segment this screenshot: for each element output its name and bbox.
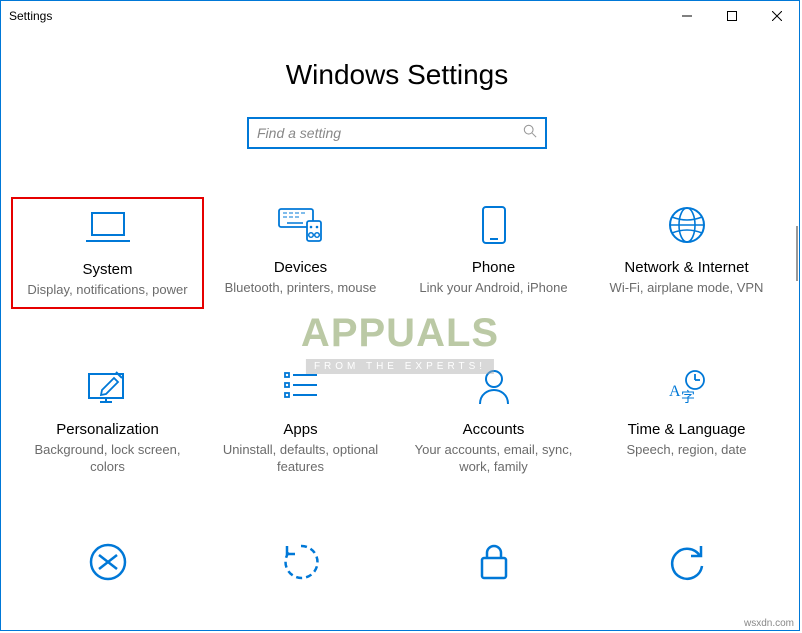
titlebar: Settings <box>1 1 799 31</box>
svg-text:字: 字 <box>681 390 695 406</box>
settings-grid: System Display, notifications, power <box>1 197 793 484</box>
scrollbar[interactable] <box>793 31 799 630</box>
tile-title: Phone <box>401 259 586 276</box>
footer-text: wsxdn.com <box>744 618 794 629</box>
tile-time-language[interactable]: A 字 Time & Language Speech, region, date <box>590 359 783 484</box>
tile-devices[interactable]: Devices Bluetooth, printers, mouse <box>204 197 397 309</box>
tile-title: Time & Language <box>594 421 779 438</box>
tile-title: Accounts <box>401 421 586 438</box>
tile-desc: Bluetooth, printers, mouse <box>208 280 393 297</box>
tile-title: System <box>17 261 198 278</box>
minimize-button[interactable] <box>664 1 709 31</box>
devices-icon <box>208 205 393 245</box>
maximize-button[interactable] <box>709 1 754 31</box>
window-title: Settings <box>9 9 52 23</box>
settings-window: Settings Windows Settings <box>0 0 800 631</box>
page-title: Windows Settings <box>1 59 793 91</box>
search-box[interactable] <box>247 117 547 149</box>
ease-of-access-icon <box>208 542 393 582</box>
tile-title: Devices <box>208 259 393 276</box>
tile-personalization[interactable]: Personalization Background, lock screen,… <box>11 359 204 484</box>
tile-gaming[interactable] <box>11 534 204 590</box>
time-language-icon: A 字 <box>594 367 779 407</box>
tile-title: Personalization <box>15 421 200 438</box>
tile-system[interactable]: System Display, notifications, power <box>11 197 204 309</box>
tile-title: Apps <box>208 421 393 438</box>
scrollbar-thumb[interactable] <box>796 226 798 281</box>
system-icon <box>17 207 198 247</box>
tile-title: Network & Internet <box>594 259 779 276</box>
tile-desc: Link your Android, iPhone <box>401 280 586 297</box>
tile-ease-of-access[interactable] <box>204 534 397 590</box>
tile-desc: Speech, region, date <box>594 442 779 459</box>
tile-desc: Display, notifications, power <box>17 282 198 299</box>
tile-desc: Uninstall, defaults, optional features <box>208 442 393 476</box>
tile-network[interactable]: Network & Internet Wi-Fi, airplane mode,… <box>590 197 783 309</box>
search-wrap <box>1 117 793 149</box>
tile-desc: Background, lock screen, colors <box>15 442 200 476</box>
close-button[interactable] <box>754 1 799 31</box>
search-icon <box>523 124 537 143</box>
gaming-icon <box>15 542 200 582</box>
search-input[interactable] <box>257 125 537 141</box>
accounts-icon <box>401 367 586 407</box>
update-icon <box>594 542 779 582</box>
tile-phone[interactable]: Phone Link your Android, iPhone <box>397 197 590 309</box>
svg-text:A: A <box>669 383 681 400</box>
privacy-icon <box>401 542 586 582</box>
apps-icon <box>208 367 393 407</box>
tile-accounts[interactable]: Accounts Your accounts, email, sync, wor… <box>397 359 590 484</box>
phone-icon <box>401 205 586 245</box>
tile-update[interactable] <box>590 534 783 590</box>
tile-desc: Wi-Fi, airplane mode, VPN <box>594 280 779 297</box>
personalization-icon <box>15 367 200 407</box>
tile-privacy[interactable] <box>397 534 590 590</box>
window-controls <box>664 1 799 31</box>
settings-grid-row3 <box>1 534 793 590</box>
content-area: Windows Settings System Display, notifi <box>1 31 799 630</box>
tile-desc: Your accounts, email, sync, work, family <box>401 442 586 476</box>
globe-icon <box>594 205 779 245</box>
tile-apps[interactable]: Apps Uninstall, defaults, optional featu… <box>204 359 397 484</box>
